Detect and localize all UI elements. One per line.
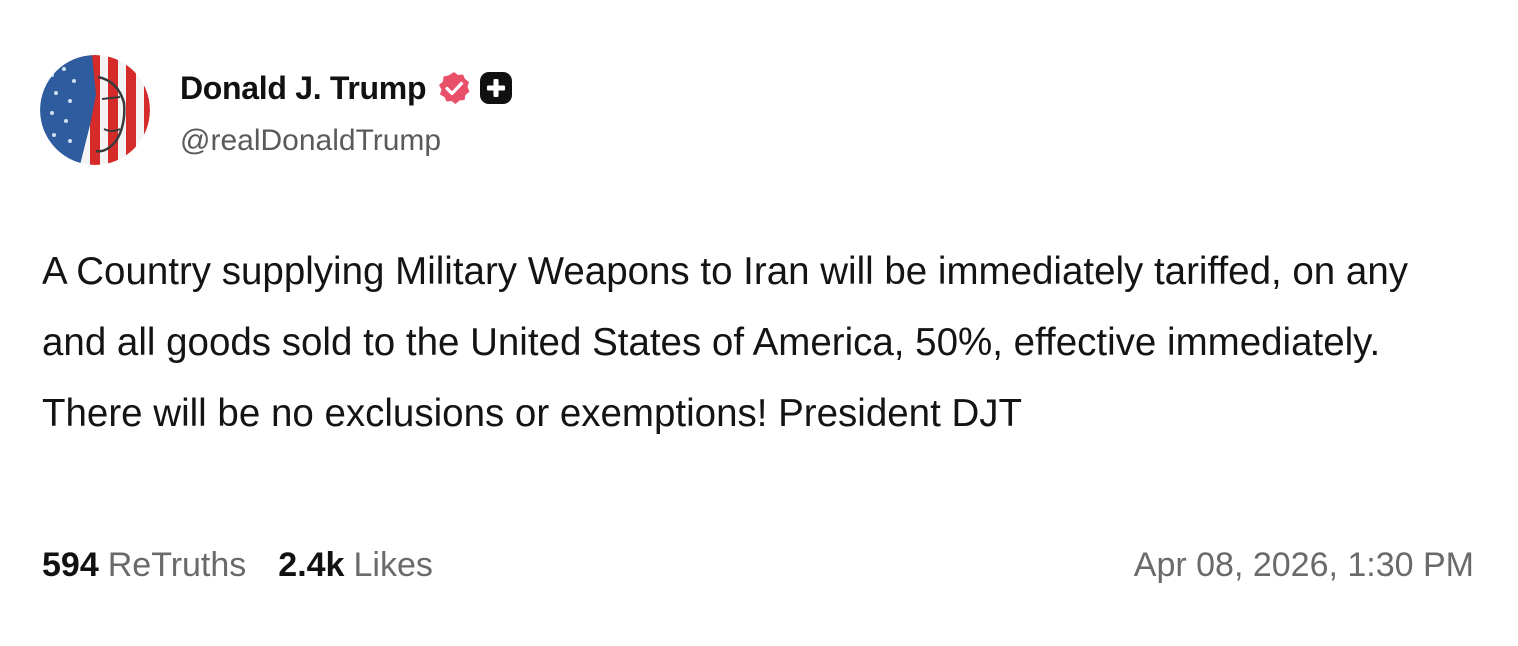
verified-badge-icon xyxy=(436,70,472,106)
post-card: Donald J. Trump @realDonaldTrump A Count… xyxy=(0,0,1518,646)
author-handle[interactable]: @realDonaldTrump xyxy=(180,124,441,158)
author-display-name[interactable]: Donald J. Trump xyxy=(180,70,427,107)
likes-count: 2.4k xyxy=(278,546,345,584)
avatar-image xyxy=(40,55,150,165)
likes-label: Likes xyxy=(353,546,433,584)
retruths-label: ReTruths xyxy=(107,546,247,584)
retruths-stat[interactable]: 594 ReTruths xyxy=(42,546,246,585)
author-name-row: Donald J. Trump xyxy=(180,66,514,110)
likes-stat[interactable]: 2.4k Likes xyxy=(278,546,433,585)
plus-badge-icon xyxy=(478,70,514,106)
post-timestamp[interactable]: Apr 08, 2026, 1:30 PM xyxy=(1134,546,1474,585)
post-body-text: A Country supplying Military Weapons to … xyxy=(42,250,1419,435)
author-avatar[interactable] xyxy=(40,55,150,165)
retruths-count: 594 xyxy=(42,546,99,584)
post-stats: 594 ReTruths 2.4k Likes xyxy=(42,546,465,585)
